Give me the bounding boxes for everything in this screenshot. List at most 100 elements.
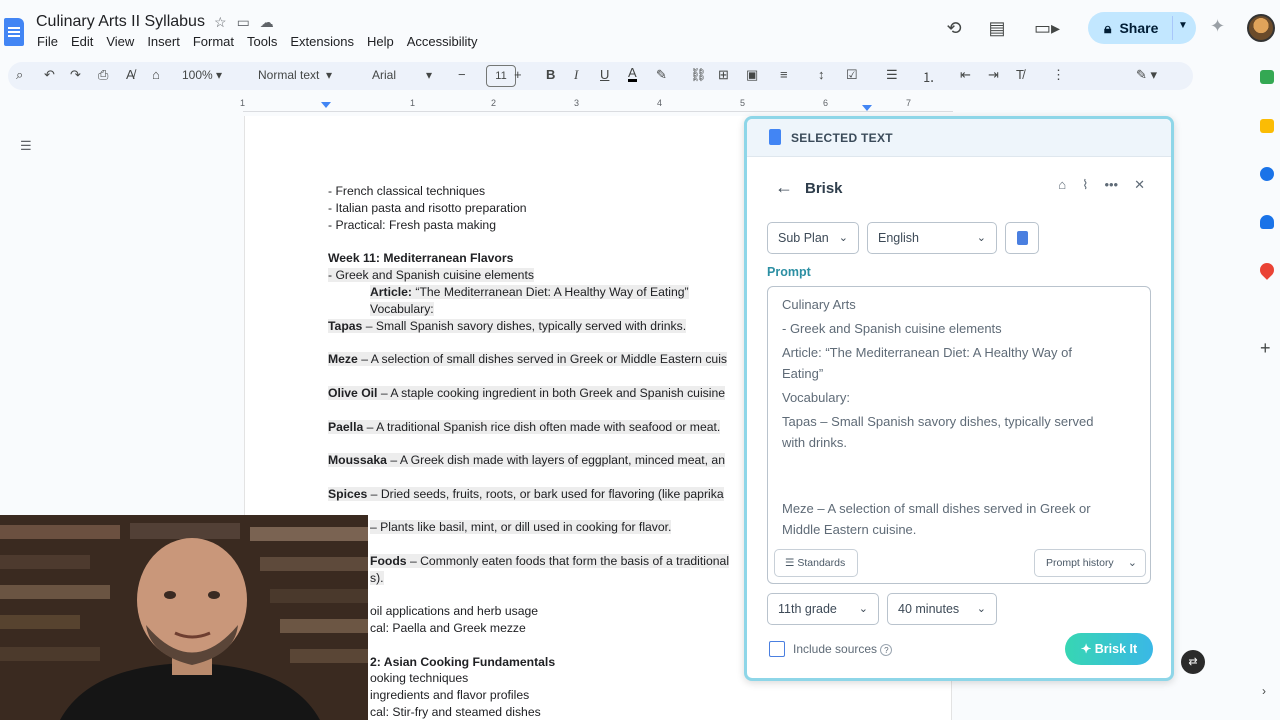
menu-tools[interactable]: Tools [247,34,277,49]
right-indent-marker[interactable] [862,105,872,111]
ruler-mark: 2 [491,98,497,108]
docs-logo-icon[interactable] [4,18,24,46]
add-comment-icon[interactable]: ⊞ [718,67,729,83]
insert-image-icon[interactable]: ▣ [746,67,758,83]
more-icon[interactable]: ••• [1104,177,1118,193]
maps-icon[interactable] [1257,260,1277,280]
menu-help[interactable]: Help [367,34,394,49]
brisk-panel: SELECTED TEXT ← Brisk ⌂ ⌇ ••• ✕ Sub Plan… [744,116,1174,681]
print-icon[interactable]: ⎙ [98,67,108,83]
font-select[interactable]: Arial ▾ [372,68,432,82]
search-menus-icon[interactable]: ⌕ [16,67,23,83]
standards-icon: ☰ [785,557,798,569]
help-icon[interactable]: ? [880,644,893,656]
spellcheck-icon[interactable]: A̸ [126,67,135,82]
underline-icon[interactable]: U [600,67,609,82]
brisk-header-icons: ⌂ ⌇ ••• ✕ [1058,177,1145,193]
collapse-panel-icon[interactable]: › [1262,684,1266,698]
close-icon[interactable]: ✕ [1134,177,1145,193]
editing-mode-icon[interactable]: ✎ ▾ [1136,67,1157,83]
sheets-icon[interactable] [1260,70,1274,84]
brisk-it-button[interactable]: ✦ Brisk It [1065,633,1153,665]
doc-heading: 2: Asian Cooking Fundamentals [370,655,556,669]
text-color-icon[interactable]: A [628,66,637,82]
back-arrow-icon[interactable]: ← [775,177,793,198]
duration-select[interactable]: 40 minutes ⌄ [887,593,997,625]
increase-font-icon[interactable]: + [514,67,522,82]
chevron-down-icon: ⌄ [838,232,848,244]
decrease-indent-icon[interactable]: ⇤ [960,67,971,83]
doc-term: Foods [370,554,407,568]
doc-line: - Greek and Spanish cuisine elements [328,268,534,282]
undo-icon[interactable]: ↶ [44,67,55,83]
brisk-it-label: Brisk It [1094,642,1138,656]
clear-formatting-icon[interactable]: T̸ [1016,67,1024,82]
bold-icon[interactable]: B [546,67,555,82]
numbered-list-icon[interactable]: ⒈ [922,67,935,86]
prompt-textarea[interactable]: Culinary Arts - Greek and Spanish cuisin… [767,286,1151,584]
version-history-icon[interactable]: ⟲ [942,16,966,40]
italic-icon[interactable]: I [574,67,578,83]
menu-accessibility[interactable]: Accessibility [407,34,478,49]
move-folder-icon[interactable]: ▭ [237,14,250,31]
document-outline-icon[interactable]: ☰ [20,138,32,154]
title-icons: ☆ ▭ ☁ [214,14,274,31]
standards-button[interactable]: ☰ Standards [774,549,858,577]
decrease-font-icon[interactable]: − [458,67,466,82]
redo-icon[interactable]: ↷ [70,67,81,83]
language-select[interactable]: English ⌄ [867,222,997,254]
line-spacing-icon[interactable]: ↕ [818,67,825,82]
checklist-icon[interactable]: ☑ [846,67,858,83]
share-button[interactable]: 🔒︎ Share ▼ [1088,12,1196,44]
menu-extensions[interactable]: Extensions [290,34,354,49]
comments-icon[interactable]: ▤ [985,16,1009,40]
meet-icon[interactable]: ▭▸ [1034,16,1060,40]
menu-file[interactable]: File [37,34,58,49]
font-size-input[interactable]: 11 [486,65,516,87]
left-indent-marker[interactable] [321,102,331,108]
increase-indent-icon[interactable]: ⇥ [988,67,999,83]
menu-view[interactable]: View [106,34,134,49]
brisk-float-icon[interactable]: ⇄ [1181,650,1205,674]
share-divider [1172,16,1173,40]
include-sources-checkbox[interactable] [769,641,785,657]
grade-select[interactable]: 11th grade ⌄ [767,593,879,625]
source-document-button[interactable] [1005,222,1039,254]
align-icon[interactable]: ≡ [780,67,788,82]
document-title[interactable]: Culinary Arts II Syllabus [36,13,205,31]
highlight-icon[interactable]: ✎ [656,67,667,83]
paint-format-icon[interactable]: ⌂ [152,67,160,82]
keep-icon[interactable] [1260,119,1274,133]
doc-text: – Commonly eaten foods that form the bas… [406,554,730,568]
add-addon-icon[interactable]: + [1260,338,1271,359]
tasks-icon[interactable] [1260,167,1274,181]
attach-icon[interactable]: ⌇ [1082,177,1088,193]
cloud-saved-icon[interactable]: ☁ [260,14,274,31]
star-icon[interactable]: ☆ [214,14,227,31]
home-icon[interactable]: ⌂ [1058,177,1066,193]
doc-heading: Week 11: Mediterranean Flavors [328,251,514,265]
prompt-history-button[interactable]: Prompt history ⌄ [1034,549,1146,577]
ruler-mark: 6 [823,98,829,108]
insert-link-icon[interactable]: ⛓ [690,67,707,83]
contacts-icon[interactable] [1260,215,1274,229]
menu-insert[interactable]: Insert [147,34,180,49]
tool-select[interactable]: Sub Plan ⌄ [767,222,859,254]
menu-format[interactable]: Format [193,34,234,49]
share-dropdown-icon[interactable]: ▼ [1178,20,1188,31]
menu-edit[interactable]: Edit [71,34,93,49]
zoom-select[interactable]: 100% ▾ [182,68,222,82]
doc-text: – A traditional Spanish rice dish often … [363,420,721,434]
account-avatar[interactable] [1247,14,1275,42]
prompt-label: Prompt [767,265,811,279]
gemini-sparkle-icon[interactable]: ✦ [1210,16,1225,37]
duration-value: 40 minutes [898,602,960,616]
share-label: Share [1119,20,1159,36]
style-select[interactable]: Normal text ▾ [258,68,332,82]
menu-bar: File Edit View Insert Format Tools Exten… [37,34,478,49]
bulleted-list-icon[interactable]: ☰ [886,67,898,83]
more-options-icon[interactable]: ⋮ [1052,67,1065,83]
prompt-line: Eating” [782,366,824,381]
formatting-toolbar: ⌕ ↶ ↷ ⎙ A̸ ⌂ 100% ▾ Normal text ▾ Arial … [8,62,1193,90]
chevron-down-icon: ⌄ [976,603,986,615]
